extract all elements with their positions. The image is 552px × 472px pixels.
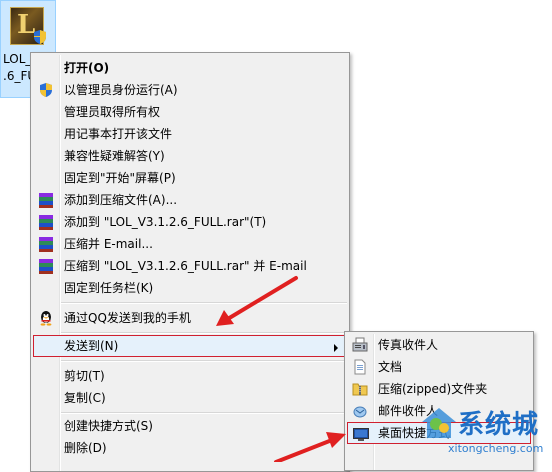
watermark-house-icon bbox=[422, 408, 456, 438]
fax-icon bbox=[352, 337, 368, 352]
menu-item-send-to[interactable]: 发送到(N) bbox=[33, 335, 347, 357]
menu-item-label: 兼容性疑难解答(Y) bbox=[64, 149, 165, 163]
menu-separator bbox=[61, 412, 347, 414]
menu-item-label: 添加到 "LOL_V3.1.2.6_FULL.rar"(T) bbox=[64, 215, 267, 229]
menu-item-open[interactable]: 打开(O) bbox=[33, 57, 347, 79]
menu-item-open-with-notepad[interactable]: 用记事本打开该文件 bbox=[33, 123, 347, 145]
menu-item-label: 以管理员身份运行(A) bbox=[64, 83, 178, 97]
context-menu: 打开(O) 以管理员身份运行(A) 管理员取得所有权 用记事本打开该文件 兼容性… bbox=[30, 52, 350, 472]
menu-item-label: 添加到压缩文件(A)... bbox=[64, 193, 178, 207]
menu-item-run-as-admin[interactable]: 以管理员身份运行(A) bbox=[33, 79, 347, 101]
menu-item-label: 复制(C) bbox=[64, 391, 106, 405]
menu-item-label: 剪切(T) bbox=[64, 369, 105, 383]
menu-item-compatibility[interactable]: 兼容性疑难解答(Y) bbox=[33, 145, 347, 167]
menu-item-pin-to-start[interactable]: 固定到"开始"屏幕(P) bbox=[33, 167, 347, 189]
menu-item-label: 打开(O) bbox=[64, 61, 110, 75]
qq-penguin-icon bbox=[40, 311, 52, 326]
submenu-item-label: 传真收件人 bbox=[378, 338, 439, 352]
menu-item-label: 通过QQ发送到我的手机 bbox=[64, 311, 191, 325]
annotation-arrow-icon bbox=[274, 432, 346, 462]
menu-item-take-ownership[interactable]: 管理员取得所有权 bbox=[33, 101, 347, 123]
watermark-logo: 系统城 xitongcheng.com bbox=[418, 404, 552, 462]
menu-separator bbox=[61, 360, 347, 362]
submenu-arrow-icon bbox=[334, 344, 338, 352]
mail-recipient-icon bbox=[353, 406, 367, 418]
menu-item-label: 固定到任务栏(K) bbox=[64, 281, 154, 295]
menu-item-label: 用记事本打开该文件 bbox=[64, 127, 173, 141]
menu-item-label: 发送到(N) bbox=[64, 339, 119, 353]
menu-item-label: 创建快捷方式(S) bbox=[64, 419, 153, 433]
documents-icon bbox=[354, 359, 366, 375]
watermark-brand: 系统城 bbox=[458, 410, 540, 440]
submenu-item-zip-folder[interactable]: 压缩(zipped)文件夹 bbox=[347, 378, 531, 400]
winrar-icon bbox=[38, 214, 54, 230]
menu-item-label: 删除(D) bbox=[64, 441, 107, 455]
zip-folder-icon bbox=[352, 383, 368, 396]
winrar-icon bbox=[38, 192, 54, 208]
menu-item-label: 管理员取得所有权 bbox=[64, 105, 161, 119]
submenu-item-label: 压缩(zipped)文件夹 bbox=[378, 382, 488, 396]
menu-item-add-to-archive[interactable]: 添加到压缩文件(A)... bbox=[33, 189, 347, 211]
desktop-icon bbox=[353, 428, 369, 441]
menu-item-label: 固定到"开始"屏幕(P) bbox=[64, 171, 176, 185]
winrar-icon bbox=[38, 236, 54, 252]
submenu-item-documents[interactable]: 文档 bbox=[347, 356, 531, 378]
submenu-item-label: 文档 bbox=[378, 360, 403, 374]
menu-item-add-to-rar[interactable]: 添加到 "LOL_V3.1.2.6_FULL.rar"(T) bbox=[33, 211, 347, 233]
uac-shield-icon bbox=[34, 30, 46, 44]
winrar-icon bbox=[38, 258, 54, 274]
annotation-arrow-icon bbox=[216, 276, 298, 326]
watermark-url: xitongcheng.com bbox=[448, 442, 544, 455]
uac-shield-icon bbox=[40, 83, 52, 97]
menu-item-label: 压缩并 E-mail... bbox=[64, 237, 153, 251]
menu-separator bbox=[61, 332, 347, 334]
menu-item-cut[interactable]: 剪切(T) bbox=[33, 365, 347, 387]
menu-separator bbox=[61, 302, 347, 304]
menu-item-compress-email[interactable]: 压缩并 E-mail... bbox=[33, 233, 347, 255]
menu-item-copy[interactable]: 复制(C) bbox=[33, 387, 347, 409]
submenu-item-fax-recipient[interactable]: 传真收件人 bbox=[347, 334, 531, 356]
